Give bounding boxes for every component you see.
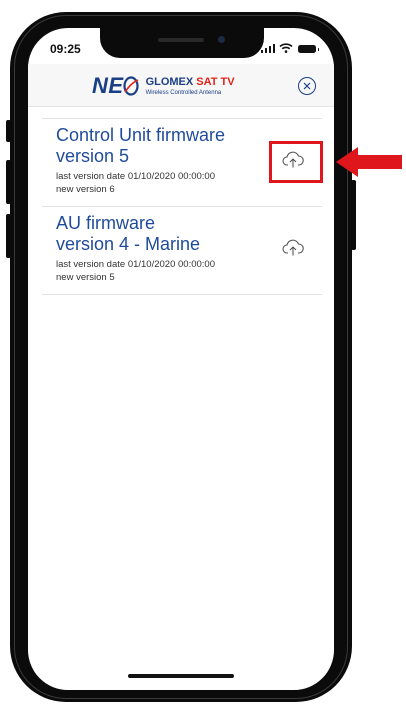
notch [100,28,264,58]
home-indicator [128,674,234,678]
firmware-title: Control Unit firmware version 5 [56,125,256,167]
firmware-title-line2: version 4 - Marine [56,234,201,254]
firmware-last-version-date: last version date 01/10/2020 00:00:00 [56,259,215,270]
satellite-swoosh-icon [122,76,139,96]
wifi-icon [279,43,293,53]
status-icons [260,43,319,53]
app-header: NE GLOMEX SAT TV Wireless Controlled Ant… [28,64,334,107]
firmware-item-au: AU firmware version 4 - Marine last vers… [42,207,322,295]
speaker [158,38,204,42]
firmware-new-version: new version 6 [56,184,115,195]
logo-tagline: Wireless Controlled Antenna [145,89,222,96]
logo-brand-suffix: SAT TV [196,75,235,88]
side-button-left-2 [6,160,11,204]
signal-icon [260,43,275,53]
firmware-new-version: new version 5 [56,272,115,283]
highlight-box [269,141,323,183]
firmware-title-line2: version 5 [56,146,130,166]
app-logo: NE GLOMEX SAT TV Wireless Controlled Ant… [92,72,235,100]
phone-screen: 09:25 NE GLOMEX SAT TV Wireless Controll… [28,28,334,690]
close-icon [303,82,311,90]
firmware-title: AU firmware version 4 - Marine [56,213,256,255]
firmware-title-line1: AU firmware [56,213,156,233]
firmware-title-line1: Control Unit firmware [56,125,226,145]
battery-icon [298,45,319,53]
side-button-left-3 [6,214,11,258]
status-time: 09:25 [50,42,81,56]
red-arrow-icon [336,147,402,177]
logo-mark: NE [92,73,124,98]
side-button-left-1 [6,120,11,142]
logo-text: GLOMEX SAT TV Wireless Controlled Antenn… [145,75,235,96]
cloud-upload-icon[interactable] [282,239,304,257]
logo-brand-prefix: GLOMEX [145,75,197,88]
side-button-right [351,180,356,250]
camera [218,36,225,43]
close-button[interactable] [298,77,316,95]
logo-brand: GLOMEX SAT TV [145,75,235,88]
